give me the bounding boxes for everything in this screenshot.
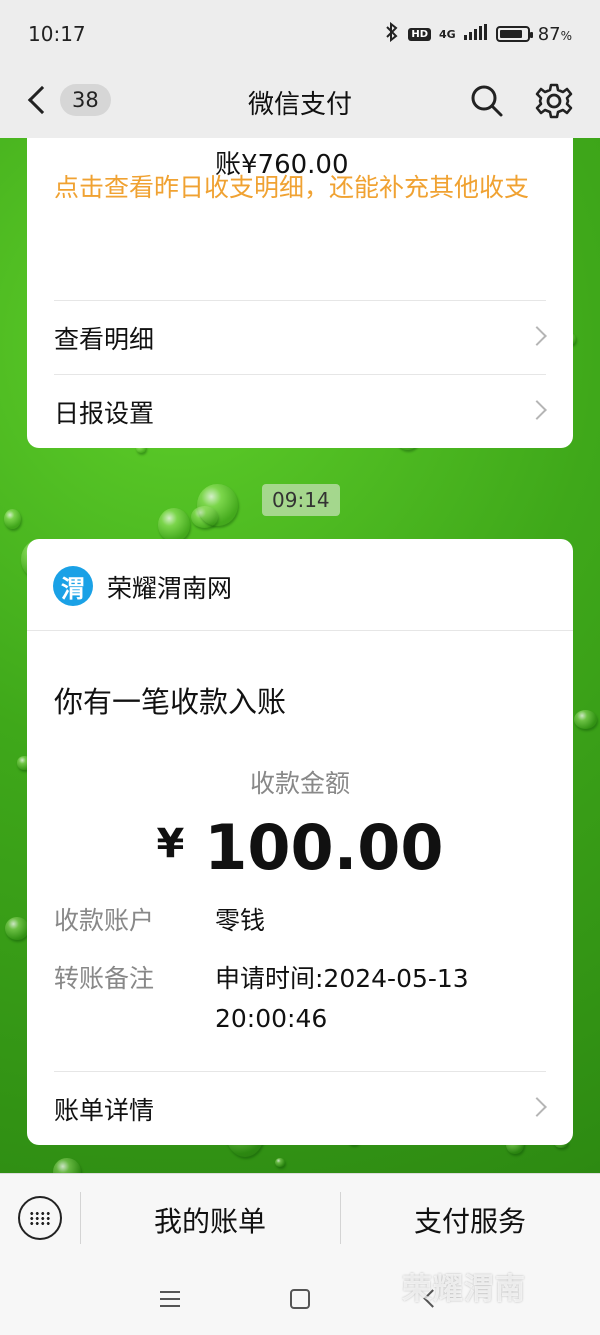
page-title: 微信支付 [247, 90, 352, 120]
my-bills-button[interactable]: 我的账单 [80, 1200, 340, 1240]
amount-value: ¥100.00 [27, 811, 573, 884]
payment-services-button[interactable]: 支付服务 [340, 1200, 600, 1240]
water-drop [573, 709, 597, 729]
payment-title: 你有一笔收款入账 [54, 685, 287, 719]
currency-symbol: ¥ [156, 821, 185, 867]
status-icons: HD 4G 87% [384, 21, 572, 46]
payment-received-card[interactable]: 渭 荣耀渭南网 你有一笔收款入账 收款金额 ¥100.00 收款账户 零钱 转账… [27, 539, 573, 1145]
title-bar: 38 微信支付 [0, 70, 600, 138]
merchant-logo: 渭 [53, 566, 93, 606]
note-label: 转账备注 [54, 964, 155, 993]
battery-icon [495, 26, 533, 42]
report-settings-label: 日报设置 [54, 398, 155, 428]
message-timestamp: 09:14 [262, 484, 340, 516]
battery-percent: 87% [537, 23, 572, 45]
chevron-right-icon [527, 326, 547, 346]
bluetooth-icon [384, 21, 400, 46]
note-value: 申请时间:2024-05-13 20:00:46 [215, 964, 469, 1033]
daily-report-card[interactable]: 账¥760.00 点击查看昨日收支明细，还能补充其他收支 查看明细 日报设置 [27, 138, 573, 448]
status-time: 10:17 [28, 22, 86, 46]
water-drop [4, 508, 22, 529]
bill-details-label: 账单详情 [54, 1095, 155, 1125]
settings-icon[interactable] [535, 82, 573, 120]
report-settings-row[interactable]: 日报设置 [54, 374, 547, 448]
watermark: 荣耀渭南 [402, 1272, 526, 1307]
chevron-right-icon [527, 400, 547, 420]
water-drop [275, 1158, 286, 1168]
recents-icon[interactable] [160, 1291, 180, 1307]
water-drop [4, 916, 30, 941]
search-icon[interactable] [470, 84, 504, 118]
water-drop [196, 483, 238, 527]
chat-area[interactable]: 账¥760.00 点击查看昨日收支明细，还能补充其他收支 查看明细 日报设置 0… [0, 138, 600, 1173]
home-icon[interactable] [290, 1289, 310, 1309]
bottom-menu: 我的账单 支付服务 [0, 1173, 600, 1263]
amount-number: 100.00 [204, 811, 444, 884]
water-drop [52, 1158, 81, 1173]
view-details-label: 查看明细 [54, 324, 155, 354]
signal-icon [463, 24, 488, 44]
hd-icon: HD [408, 27, 431, 41]
network-type: 4G [439, 27, 456, 41]
report-prompt-link[interactable]: 点击查看昨日收支明细，还能补充其他收支 [54, 168, 544, 208]
chevron-right-icon [527, 1097, 547, 1117]
view-details-row[interactable]: 查看明细 [54, 300, 547, 374]
keyboard-icon[interactable] [18, 1196, 62, 1240]
merchant-name: 荣耀渭南网 [107, 574, 233, 603]
account-label: 收款账户 [54, 906, 155, 935]
bill-details-row[interactable]: 账单详情 [54, 1071, 547, 1145]
status-bar: 10:17 HD 4G 87% [0, 0, 600, 70]
amount-label: 收款金额 [249, 769, 350, 798]
merchant-header[interactable]: 渭 荣耀渭南网 [27, 539, 573, 631]
water-drop [158, 508, 191, 543]
account-value: 零钱 [215, 906, 266, 935]
